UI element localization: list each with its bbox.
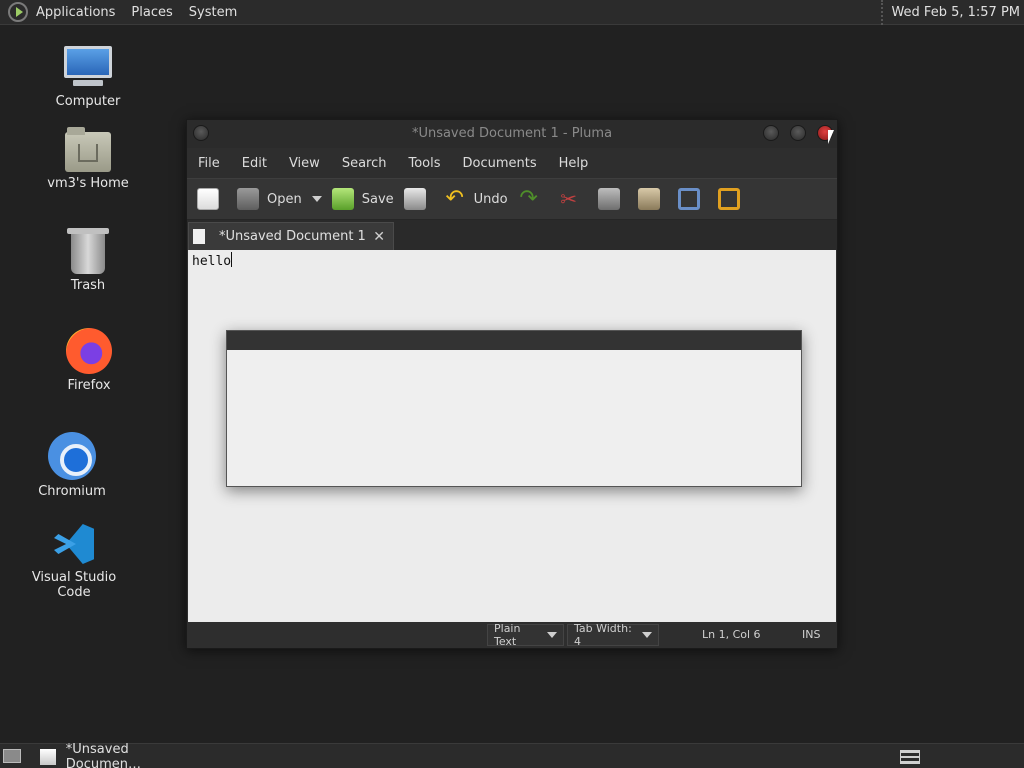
mouse-pointer-icon <box>828 130 834 144</box>
redo-button[interactable]: ↷ <box>518 188 548 210</box>
editor-text: hello <box>192 254 232 269</box>
desktop-icon-label: Computer <box>55 94 121 109</box>
open-icon <box>237 188 259 210</box>
chevron-down-icon <box>547 632 557 638</box>
open-label: Open <box>267 191 302 207</box>
replace-icon <box>717 188 740 210</box>
editor-content: hello <box>192 252 233 269</box>
firefox-icon <box>66 328 112 374</box>
top-panel: Applications Places System Wed Feb 5, 1:… <box>0 0 1024 25</box>
menu-view[interactable]: View <box>278 156 331 171</box>
text-editor-icon <box>40 748 56 765</box>
desktop-icon-label: Trash <box>70 278 106 293</box>
language-label: Plain Text <box>494 622 521 648</box>
menu-places[interactable]: Places <box>123 0 180 25</box>
desktop-icon-label: Chromium <box>38 484 106 499</box>
desktop-icon-label: Visual Studio Code <box>31 570 117 600</box>
save-label: Save <box>361 191 394 207</box>
new-button[interactable] <box>197 188 227 210</box>
cut-button[interactable]: ✂ <box>558 188 588 210</box>
home-folder-icon <box>65 127 111 172</box>
window-menu-button[interactable] <box>193 125 209 141</box>
tab-unsaved-document-1[interactable]: *Unsaved Document 1 ✕ <box>188 222 394 250</box>
maximize-button[interactable] <box>790 125 806 141</box>
mate-logo-icon[interactable] <box>8 2 28 22</box>
find-button[interactable] <box>677 188 708 210</box>
paste-button[interactable] <box>637 188 668 210</box>
undo-icon: ↶ <box>445 186 464 211</box>
menu-help[interactable]: Help <box>548 156 600 171</box>
minimize-button[interactable] <box>763 125 779 141</box>
redo-icon: ↷ <box>519 186 538 211</box>
tab-close-icon[interactable]: ✕ <box>373 229 385 245</box>
menubar: File Edit View Search Tools Documents He… <box>187 148 837 178</box>
cursor-position: Ln 1, Col 6 <box>702 628 761 641</box>
copy-button[interactable] <box>597 188 628 210</box>
menu-tools[interactable]: Tools <box>397 156 451 171</box>
toolbar: Open Save ↶ Undo ↷ ✂ <box>187 178 837 220</box>
tab-width-selector[interactable]: Tab Width: 4 <box>567 622 659 648</box>
menu-documents[interactable]: Documents <box>452 156 548 171</box>
clock[interactable]: Wed Feb 5, 1:57 PM <box>881 0 1020 25</box>
cut-icon: ✂ <box>560 187 577 211</box>
show-desktop-icon[interactable] <box>3 749 21 763</box>
statusbar: Plain Text Tab Width: 4 Ln 1, Col 6 INS <box>187 622 837 648</box>
desktop-icon-vscode[interactable]: Visual Studio Code <box>14 522 134 600</box>
vscode-icon <box>52 522 96 566</box>
language-selector[interactable]: Plain Text <box>487 622 564 648</box>
menu-system[interactable]: System <box>181 0 245 25</box>
replace-button[interactable] <box>717 188 748 210</box>
document-tabbar: *Unsaved Document 1 ✕ <box>187 220 837 250</box>
copy-icon <box>597 188 620 210</box>
insert-mode: INS <box>802 628 821 641</box>
open-button[interactable]: Open <box>237 188 322 210</box>
window-title: *Unsaved Document 1 - Pluma <box>411 126 613 141</box>
taskbar-item-pluma[interactable]: *Unsaved Documen… <box>36 742 206 768</box>
undo-button[interactable]: ↶ Undo <box>444 186 508 211</box>
menu-search[interactable]: Search <box>331 156 398 171</box>
desktop-icon-firefox[interactable]: Firefox <box>29 328 149 393</box>
pluma-window: *Unsaved Document 1 - Pluma File Edit Vi… <box>186 119 838 649</box>
trash-icon <box>67 228 109 274</box>
text-cursor <box>231 252 233 267</box>
document-icon <box>193 229 205 244</box>
blank-popup-window[interactable] <box>226 330 802 487</box>
popup-titlebar[interactable] <box>227 331 801 350</box>
taskbar-item-label: *Unsaved Documen… <box>65 741 142 768</box>
desktop-icon-label: vm3's Home <box>47 176 129 191</box>
bottom-panel: *Unsaved Documen… <box>0 742 1024 768</box>
desktop-icon-home[interactable]: vm3's Home <box>28 127 148 191</box>
open-recent-dropdown-icon[interactable] <box>311 196 322 202</box>
desktop-icon-chromium[interactable]: Chromium <box>12 432 132 499</box>
save-button[interactable]: Save <box>331 188 394 210</box>
menu-file[interactable]: File <box>187 156 231 171</box>
new-document-icon <box>197 188 219 210</box>
tab-label: *Unsaved Document 1 <box>219 229 366 244</box>
print-button[interactable] <box>403 188 434 210</box>
print-icon <box>403 188 426 210</box>
computer-icon <box>64 46 112 90</box>
text-editor[interactable]: hello <box>188 250 836 622</box>
find-icon <box>677 188 700 210</box>
undo-label: Undo <box>473 191 508 207</box>
chromium-icon <box>48 432 96 480</box>
menu-applications[interactable]: Applications <box>28 0 123 25</box>
window-titlebar[interactable]: *Unsaved Document 1 - Pluma <box>187 120 837 148</box>
menu-edit[interactable]: Edit <box>231 156 278 171</box>
chevron-down-icon <box>642 632 652 638</box>
paste-icon <box>637 188 660 210</box>
desktop-icon-trash[interactable]: Trash <box>28 228 148 293</box>
workspace-switcher-icon[interactable] <box>900 750 920 764</box>
tab-width-label: Tab Width: 4 <box>574 622 632 648</box>
desktop-icon-label: Firefox <box>67 378 111 393</box>
desktop-icon-computer[interactable]: Computer <box>28 46 148 109</box>
save-icon <box>331 188 354 210</box>
